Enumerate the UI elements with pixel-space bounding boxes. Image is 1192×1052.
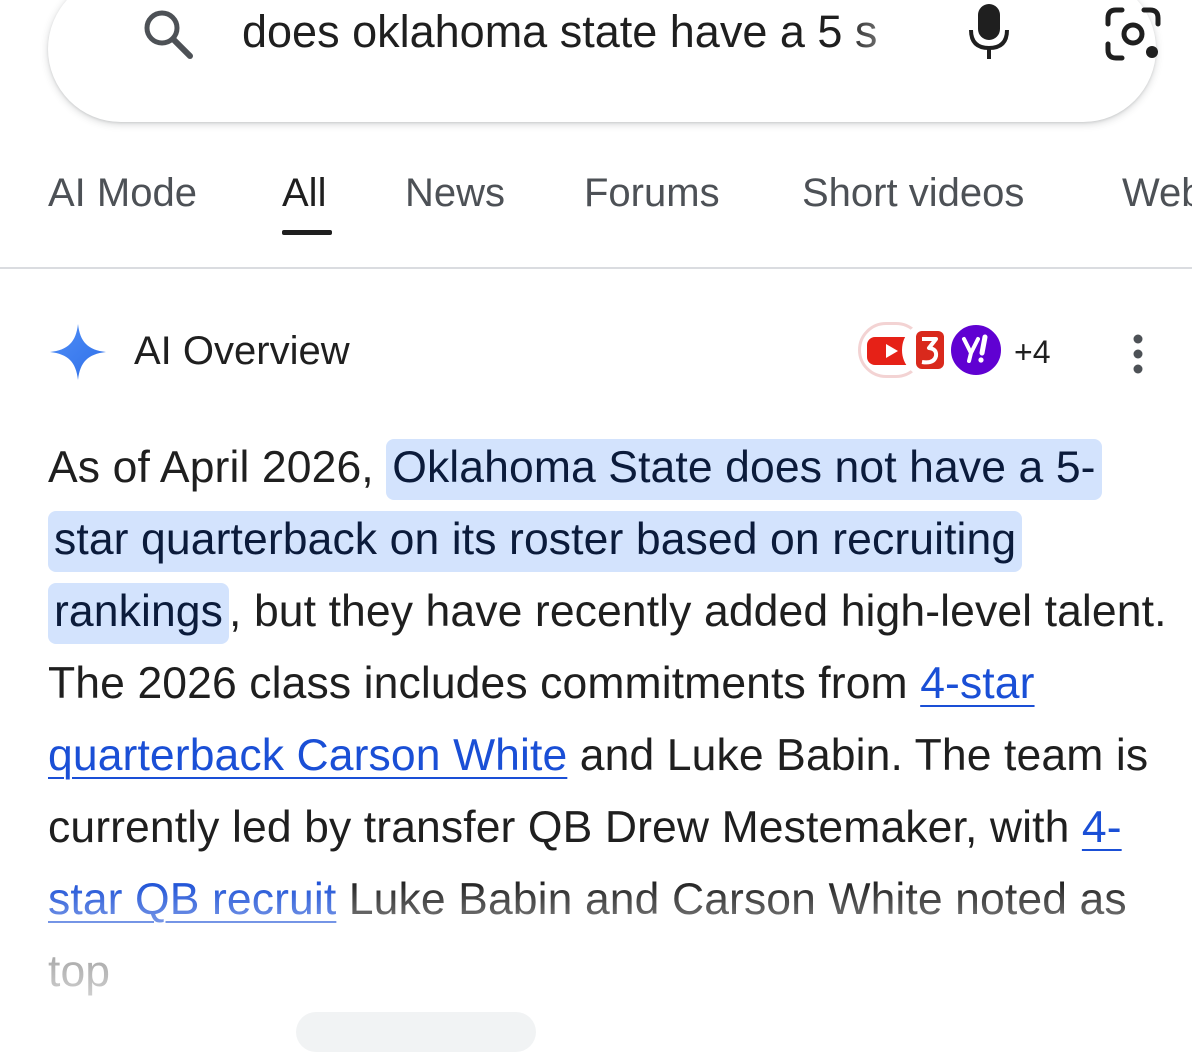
microphone-icon[interactable] [966,2,1012,62]
ai-overview-text: As of April 2026, Oklahoma State does no… [48,432,1168,1008]
search-bar[interactable]: does oklahoma state have a 5 s [48,0,1161,122]
tab-short-videos[interactable]: Short videos [802,170,1024,216]
google-lens-icon[interactable] [1102,6,1164,62]
tab-web[interactable]: Web [1122,170,1192,216]
source-icons[interactable]: +4 [858,322,1078,382]
gemini-sparkle-icon [50,324,106,380]
tabs-divider [0,267,1192,269]
more-options-icon[interactable] [1132,334,1144,374]
search-input[interactable]: does oklahoma state have a 5 s [242,0,942,64]
more-sources-count[interactable]: +4 [1014,334,1050,371]
overview-text-1: As of April 2026, [48,443,387,492]
tab-news[interactable]: News [405,170,505,216]
yahoo-icon [948,322,1004,378]
show-more-button[interactable] [296,1012,536,1052]
tab-forums[interactable]: Forums [584,170,720,216]
search-icon [144,10,193,59]
ai-overview-header: AI Overview +4 [48,320,1158,386]
tab-ai-mode[interactable]: AI Mode [48,170,197,216]
search-tabs: AI Mode All News Forums Short videos Web [0,150,1192,268]
tab-all[interactable]: All [282,170,326,216]
active-tab-indicator [282,230,332,235]
ai-overview-title: AI Overview [134,329,350,373]
